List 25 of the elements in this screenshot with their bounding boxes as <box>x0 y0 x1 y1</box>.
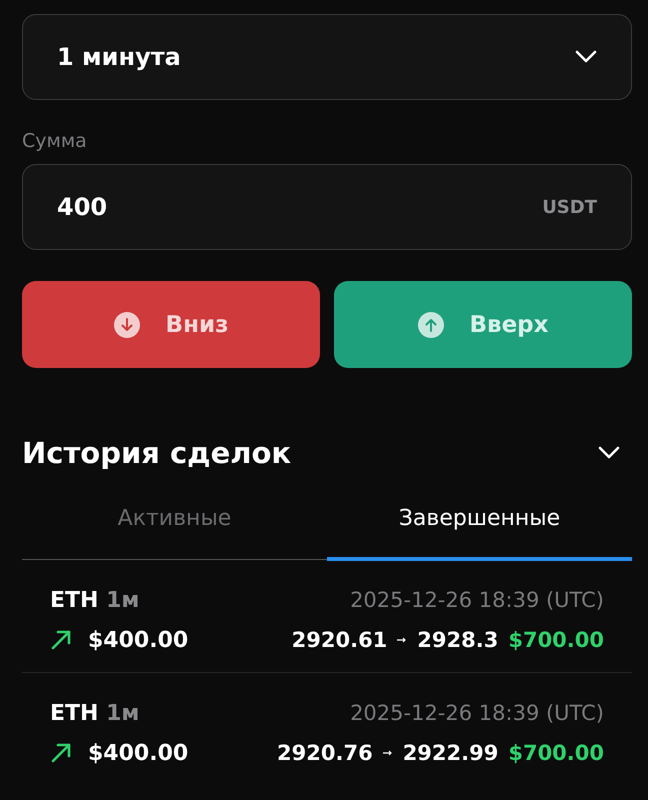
trade-time: 2025-12-26 18:39 (UTC) <box>350 701 604 725</box>
amount-field[interactable]: 400 USDT <box>22 164 632 250</box>
payout-amount: $700.00 <box>508 741 604 765</box>
open-price: 2920.61 <box>292 628 388 652</box>
open-price: 2920.76 <box>277 741 373 765</box>
tab[interactable]: Завершенные <box>327 506 632 561</box>
arrow-right-icon <box>382 749 393 757</box>
close-price: 2928.3 <box>417 628 498 652</box>
chevron-icon[interactable] <box>598 446 620 460</box>
amount-label: Сумма <box>22 130 88 152</box>
chevron-down-icon <box>575 50 597 64</box>
asset-label: ETH 1м <box>50 700 140 726</box>
section-title: История сделок <box>22 436 292 470</box>
stake-amount: $400.00 <box>88 740 188 766</box>
close-price: 2922.99 <box>402 741 498 765</box>
duration-select[interactable]: 1 минута <box>22 14 632 100</box>
payout-amount: $700.00 <box>508 628 604 652</box>
tab[interactable]: Активные <box>22 506 327 561</box>
trade-time: 2025-12-26 18:39 (UTC) <box>350 588 604 612</box>
stake-amount: $400.00 <box>88 628 188 652</box>
arrow-down-icon <box>114 312 140 338</box>
arrow-up-icon <box>418 312 444 338</box>
down-button[interactable]: Вниз <box>22 281 320 368</box>
arrow-right-icon <box>397 636 408 644</box>
asset-label: ETH 1м <box>50 588 140 612</box>
